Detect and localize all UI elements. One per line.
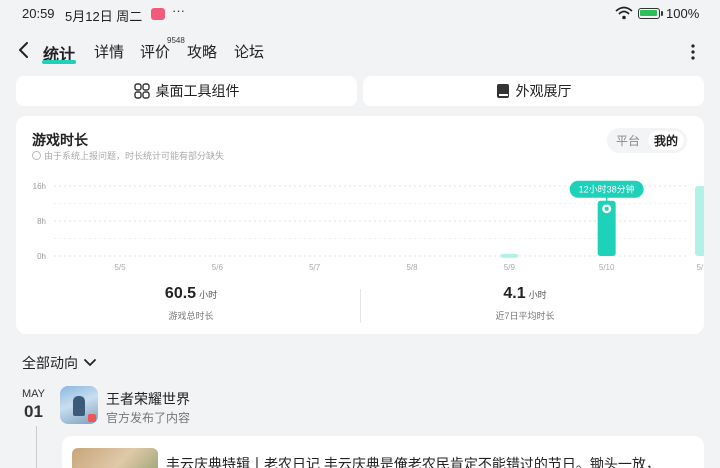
total-playtime-unit: 小时 [199,290,218,300]
desktop-widget-button[interactable]: 桌面工具组件 [16,76,357,106]
appearance-gallery-button[interactable]: 外观展厅 [363,76,704,106]
book-icon [496,83,510,99]
wifi-icon [615,6,633,20]
feed-heading: 全部动向 [22,355,78,371]
feed-filter[interactable]: 全部动向 [22,353,96,373]
bar [695,186,704,256]
timeline-line [36,426,37,468]
more-vertical-icon[interactable] [690,44,696,60]
top-nav: 统计 详情 评价 9548 攻略 论坛 [0,32,720,68]
x-tick-label: 5/8 [406,263,418,272]
back-icon[interactable] [14,40,34,60]
x-tick-label: 5/9 [504,263,516,272]
tab-reviews[interactable]: 评价 [140,41,170,62]
playtime-chart: 0h 8h 16h 5/5 5/6 5/7 5/8 5/9 5/10 5/11 12小时38分钟 [33,180,704,272]
avatar-badge-icon [88,414,96,422]
game-post-subtitle: 官方发布了内容 [106,411,191,425]
total-playtime-value: 60.5 [164,285,197,302]
total-playtime-label: 游戏总时长 [168,311,214,321]
x-tick-label: 5/5 [114,263,126,272]
total-playtime: 60.5 小时 游戏总时长 [116,285,266,322]
bar [500,253,519,258]
date: 5月12日 周二 [65,9,143,24]
avg-playtime-label: 近7日平均时长 [495,311,555,321]
x-tick-label: 5/7 [309,263,321,272]
chevron-down-icon [84,359,96,367]
selected-point-dot [604,206,609,211]
active-tab-indicator [42,60,76,64]
avatar-figure [73,396,85,416]
post-text: 丰云庆典特辑丨老农日记 丰云庆典是俺老农民肯定不能错过的节日。锄头一放， [166,456,660,468]
review-count-badge: 9548 [167,36,185,45]
tab-forum[interactable]: 论坛 [234,41,264,62]
stat-divider [360,289,361,323]
app-notification-icon [151,8,165,20]
tooltip-label: 12小时38分钟 [579,184,635,195]
y-tick-label: 16h [33,182,46,191]
y-tick-label: 8h [37,217,46,226]
battery-percent: 100% [666,6,700,21]
more-notifications-icon: ··· [172,3,185,18]
x-tick-label: 5/10 [599,263,615,272]
y-tick-label: 0h [37,252,46,261]
x-tick-label: 5/6 [212,263,224,272]
battery-icon [638,8,663,19]
appearance-gallery-label: 外观展厅 [515,83,572,99]
game-name[interactable]: 王者荣耀世界 [106,389,190,409]
post-thumbnail [72,448,158,468]
tab-guides[interactable]: 攻略 [187,41,217,62]
x-tick-label: 5/11 [697,263,704,272]
avg-playtime-value: 4.1 [503,285,526,302]
post-day: 01 [24,402,43,421]
playtime-card: 游戏时长 由于系统上报问题，时长统计可能有部分缺失 平台 我的 0h 8h 16h 5… [16,116,704,334]
tab-details[interactable]: 详情 [94,41,124,62]
status-bar: 20:59 5月12日 周二 ··· 100% [0,0,720,28]
clock: 20:59 [22,6,55,21]
avg-playtime: 4.1 小时 近7日平均时长 [450,285,600,322]
desktop-widget-label: 桌面工具组件 [155,83,240,99]
post-card[interactable]: 丰云庆典特辑丨老农日记 丰云庆典是俺老农民肯定不能错过的节日。锄头一放， [62,436,704,468]
avg-playtime-unit: 小时 [528,290,547,300]
post-month: MAY [22,388,46,400]
widget-grid-icon [133,83,150,99]
game-avatar[interactable] [60,386,98,424]
